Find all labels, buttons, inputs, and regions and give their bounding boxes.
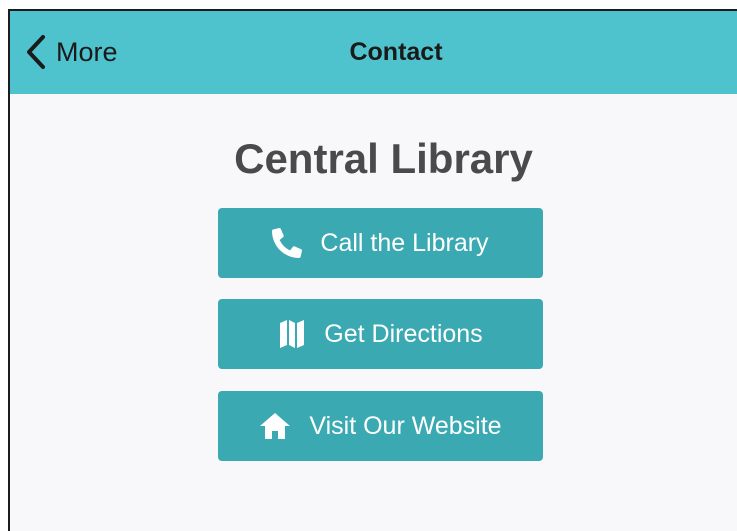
back-button-label: More	[56, 36, 118, 67]
get-directions-button[interactable]: Get Directions	[218, 299, 543, 369]
home-icon	[259, 412, 291, 440]
visit-website-button[interactable]: Visit Our Website	[218, 391, 543, 461]
get-directions-label: Get Directions	[324, 319, 483, 348]
back-button[interactable]: More	[26, 33, 118, 71]
library-name-heading: Central Library	[234, 135, 533, 182]
navigation-bar: More Contact	[10, 11, 737, 94]
call-library-label: Call the Library	[320, 228, 489, 257]
page-title: Contact	[349, 38, 443, 66]
chevron-left-icon	[26, 35, 46, 69]
map-icon	[278, 319, 306, 349]
call-library-button[interactable]: Call the Library	[218, 208, 543, 278]
phone-icon	[272, 228, 303, 258]
app-screen: More Contact Central Library Call the Li…	[8, 9, 737, 531]
visit-website-label: Visit Our Website	[309, 411, 502, 440]
